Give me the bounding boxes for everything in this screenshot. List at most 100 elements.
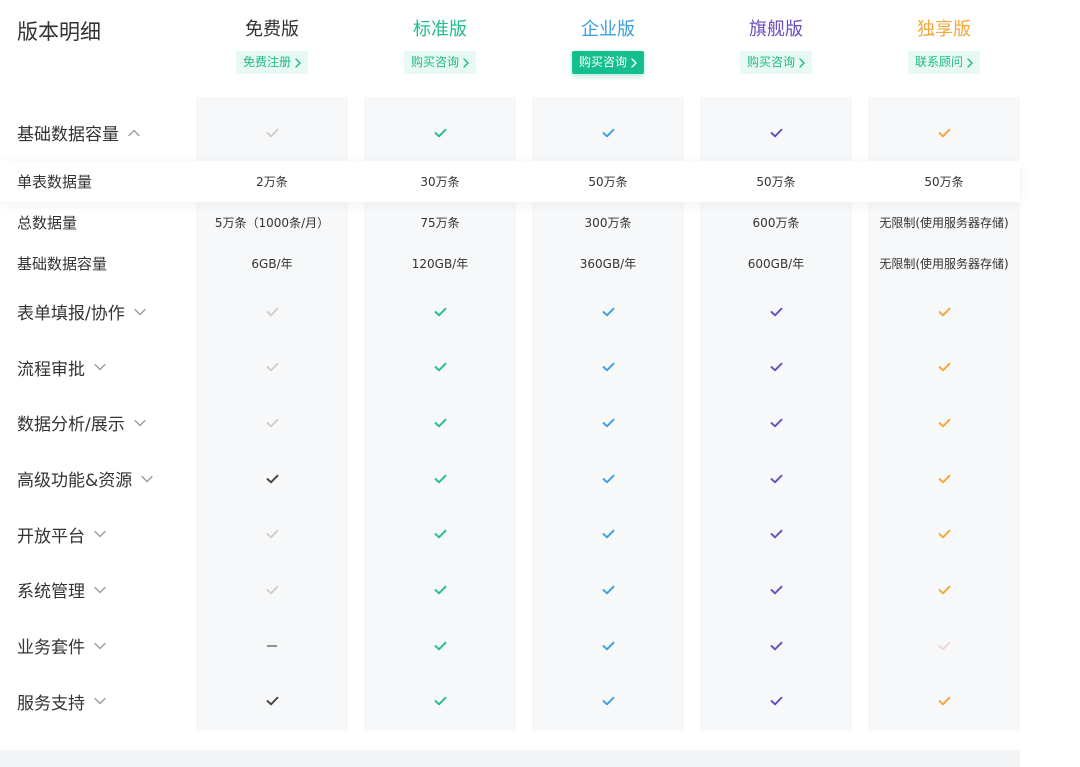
section-toggle[interactable]: 流程审批 xyxy=(0,339,196,395)
cta-label: 购买咨询 xyxy=(578,55,627,69)
row-label: 表单填报/协作 xyxy=(17,304,125,325)
section-row: 系统管理 xyxy=(0,562,1020,618)
cell-value: 120GB/年 xyxy=(411,256,469,271)
check-icon xyxy=(938,696,951,706)
check-icon xyxy=(770,696,783,706)
cell-flagship xyxy=(700,562,852,618)
cell-exclusive xyxy=(868,451,1020,507)
row-label: 基础数据容量 xyxy=(17,125,119,146)
check-icon xyxy=(434,474,447,484)
check-icon xyxy=(770,307,783,317)
cell-standard xyxy=(364,506,516,562)
cell-enterprise xyxy=(532,395,684,451)
cell-enterprise xyxy=(532,339,684,395)
check-icon xyxy=(770,362,783,372)
chevron-down-icon[interactable] xyxy=(94,530,106,538)
cell-value: 30万条 xyxy=(420,174,460,189)
check-icon xyxy=(938,362,951,372)
check-icon xyxy=(770,128,783,138)
plan-header-exclusive: 独享版 联系顾问 xyxy=(868,0,1020,97)
cell-enterprise: 360GB/年 xyxy=(532,243,684,284)
cell-value: 6GB/年 xyxy=(251,256,293,271)
cell-standard xyxy=(364,395,516,451)
cell-exclusive xyxy=(868,284,1020,340)
cell-exclusive xyxy=(868,339,1020,395)
check-icon xyxy=(434,696,447,706)
check-icon xyxy=(938,307,951,317)
chevron-down-icon[interactable] xyxy=(134,308,146,316)
sub-row: 基础数据容量 6GB/年 120GB/年 360GB/年 600GB/年 无限制(使用服务… xyxy=(0,243,1020,284)
check-icon xyxy=(938,585,951,595)
check-icon xyxy=(938,641,951,651)
cell-enterprise xyxy=(532,618,684,674)
chevron-down-icon[interactable] xyxy=(94,697,106,705)
cell-free: 5万条（1000条/月） xyxy=(196,202,348,243)
row-label: 服务支持 xyxy=(17,693,85,714)
section-toggle[interactable]: 服务支持 xyxy=(0,674,196,730)
enterprise-cta-button[interactable]: 购买咨询 xyxy=(571,51,644,74)
chevron-down-icon[interactable] xyxy=(141,475,153,483)
row-label-cell: 基础数据容量 xyxy=(0,243,196,284)
cell-free xyxy=(196,451,348,507)
row-label-cell: 总数据量 xyxy=(0,202,196,243)
chevron-right-icon xyxy=(967,57,973,68)
row-label: 开放平台 xyxy=(17,526,85,547)
check-icon xyxy=(266,474,279,484)
cell-standard xyxy=(364,674,516,730)
check-icon xyxy=(938,418,951,428)
chevron-down-icon[interactable] xyxy=(94,642,106,650)
sub-row: 单表数据量 2万条 30万条 50万条 50万条 50万条 xyxy=(0,160,1020,202)
standard-cta-button[interactable]: 购买咨询 xyxy=(403,51,476,74)
section-toggle[interactable]: 开放平台 xyxy=(0,506,196,562)
title-cell: 版本明细 xyxy=(0,0,196,97)
chevron-down-icon[interactable] xyxy=(94,363,106,371)
check-icon xyxy=(602,529,615,539)
row-label: 基础数据容量 xyxy=(17,254,108,273)
check-icon xyxy=(602,641,615,651)
cell-free xyxy=(196,339,348,395)
section-toggle[interactable]: 业务套件 xyxy=(0,618,196,674)
section-row: 服务支持 xyxy=(0,674,1020,730)
cell-standard xyxy=(364,451,516,507)
cell-free: 6GB/年 xyxy=(196,243,348,284)
cell-free xyxy=(196,618,348,674)
cell-flagship xyxy=(700,674,852,730)
cell-free xyxy=(196,105,348,161)
check-icon xyxy=(938,529,951,539)
cell-standard xyxy=(364,339,516,395)
cell-standard xyxy=(364,562,516,618)
flagship-cta-button[interactable]: 购买咨询 xyxy=(739,51,812,74)
chevron-down-icon[interactable] xyxy=(94,586,106,594)
check-icon xyxy=(770,474,783,484)
section-toggle[interactable]: 数据分析/展示 xyxy=(0,395,196,451)
cell-enterprise: 50万条 xyxy=(532,161,684,202)
check-icon xyxy=(266,128,279,138)
chevron-up-icon[interactable] xyxy=(128,129,140,137)
plan-header-enterprise: 企业版 购买咨询 xyxy=(532,0,684,97)
check-icon xyxy=(602,418,615,428)
cell-standard xyxy=(364,284,516,340)
check-icon xyxy=(602,362,615,372)
cta-label: 联系顾问 xyxy=(914,55,963,69)
exclusive-cta-button[interactable]: 联系顾问 xyxy=(907,51,980,74)
check-icon xyxy=(266,307,279,317)
check-icon xyxy=(434,418,447,428)
section-toggle[interactable]: 表单填报/协作 xyxy=(0,284,196,340)
section-toggle[interactable]: 系统管理 xyxy=(0,562,196,618)
check-icon xyxy=(602,585,615,595)
cell-value: 360GB/年 xyxy=(579,256,637,271)
cell-value: 300万条 xyxy=(584,215,632,230)
chevron-down-icon[interactable] xyxy=(134,419,146,427)
cell-exclusive xyxy=(868,506,1020,562)
section-toggle[interactable]: 高级功能&资源 xyxy=(0,451,196,507)
section-toggle[interactable]: 基础数据容量 xyxy=(0,105,196,161)
cell-value: 50万条 xyxy=(756,174,796,189)
plan-header-standard: 标准版 购买咨询 xyxy=(364,0,516,97)
row-label: 总数据量 xyxy=(17,213,78,232)
cell-free xyxy=(196,395,348,451)
cta-label: 购买咨询 xyxy=(746,55,795,69)
chevron-right-icon xyxy=(463,57,469,68)
cta-label: 免费注册 xyxy=(242,55,291,69)
section-row: 数据分析/展示 xyxy=(0,395,1020,451)
free-cta-button[interactable]: 免费注册 xyxy=(235,51,308,74)
